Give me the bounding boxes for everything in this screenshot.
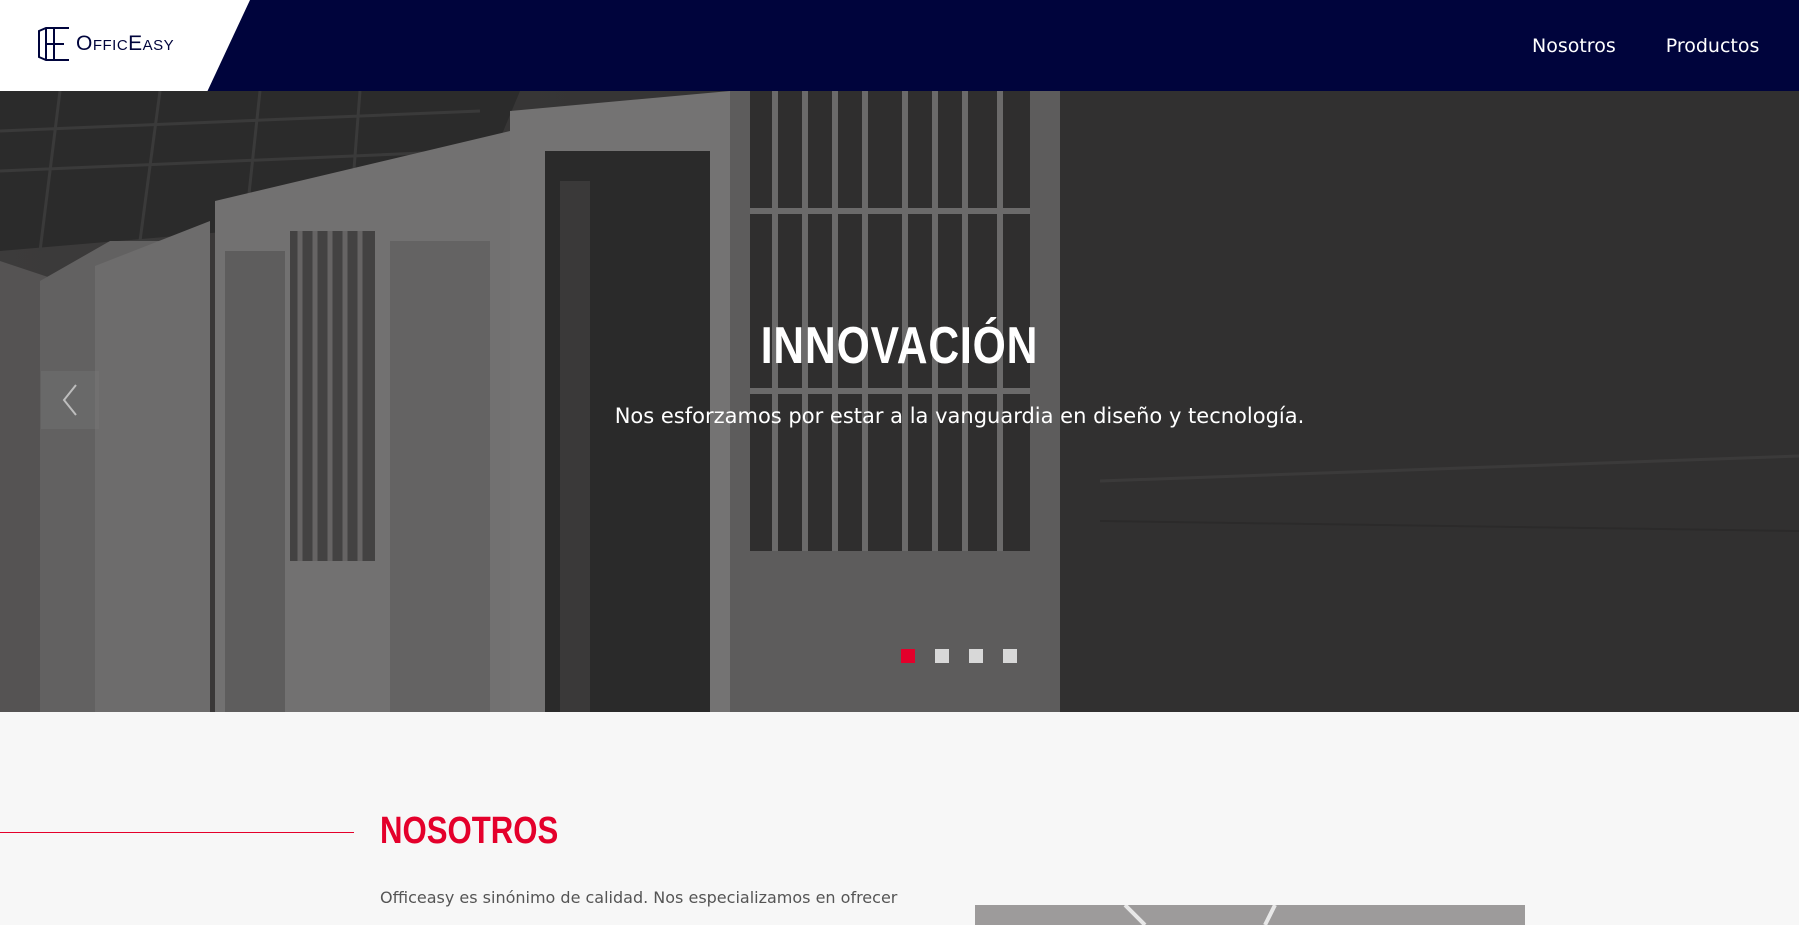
about-image bbox=[975, 905, 1525, 925]
nav-link-productos[interactable]: Productos bbox=[1666, 35, 1760, 57]
hero-title: INNOVACIÓN bbox=[760, 317, 1039, 375]
slider-pagination bbox=[901, 649, 1017, 663]
nav-link-nosotros[interactable]: Nosotros bbox=[1532, 35, 1616, 57]
site-header: OfficEasy Nosotros Productos C bbox=[0, 0, 1799, 91]
slider-dot-3[interactable] bbox=[969, 649, 983, 663]
section-title: NOSOTROS bbox=[380, 810, 559, 852]
chevron-left-icon bbox=[62, 384, 77, 416]
main-nav: Nosotros Productos C bbox=[1532, 35, 1799, 57]
slider-dot-2[interactable] bbox=[935, 649, 949, 663]
hero-slider: INNOVACIÓN Nos esforzamos por estar a la… bbox=[0, 91, 1799, 712]
about-section: NOSOTROS Officeasy es sinónimo de calida… bbox=[0, 712, 1799, 925]
section-text: Officeasy es sinónimo de calidad. Nos es… bbox=[380, 888, 898, 907]
logo-mark-icon bbox=[38, 27, 69, 61]
section-divider-line bbox=[0, 832, 354, 833]
hero-background-image bbox=[0, 91, 1799, 712]
hero-subtitle: Nos esforzamos por estar a la vanguardia… bbox=[614, 404, 1305, 428]
about-image-graphic bbox=[975, 905, 1525, 925]
logo[interactable]: OfficEasy bbox=[36, 27, 174, 61]
logo-text: OfficEasy bbox=[76, 32, 175, 55]
slider-dot-1[interactable] bbox=[901, 649, 915, 663]
slider-dot-4[interactable] bbox=[1003, 649, 1017, 663]
slider-prev-button[interactable] bbox=[41, 371, 99, 429]
